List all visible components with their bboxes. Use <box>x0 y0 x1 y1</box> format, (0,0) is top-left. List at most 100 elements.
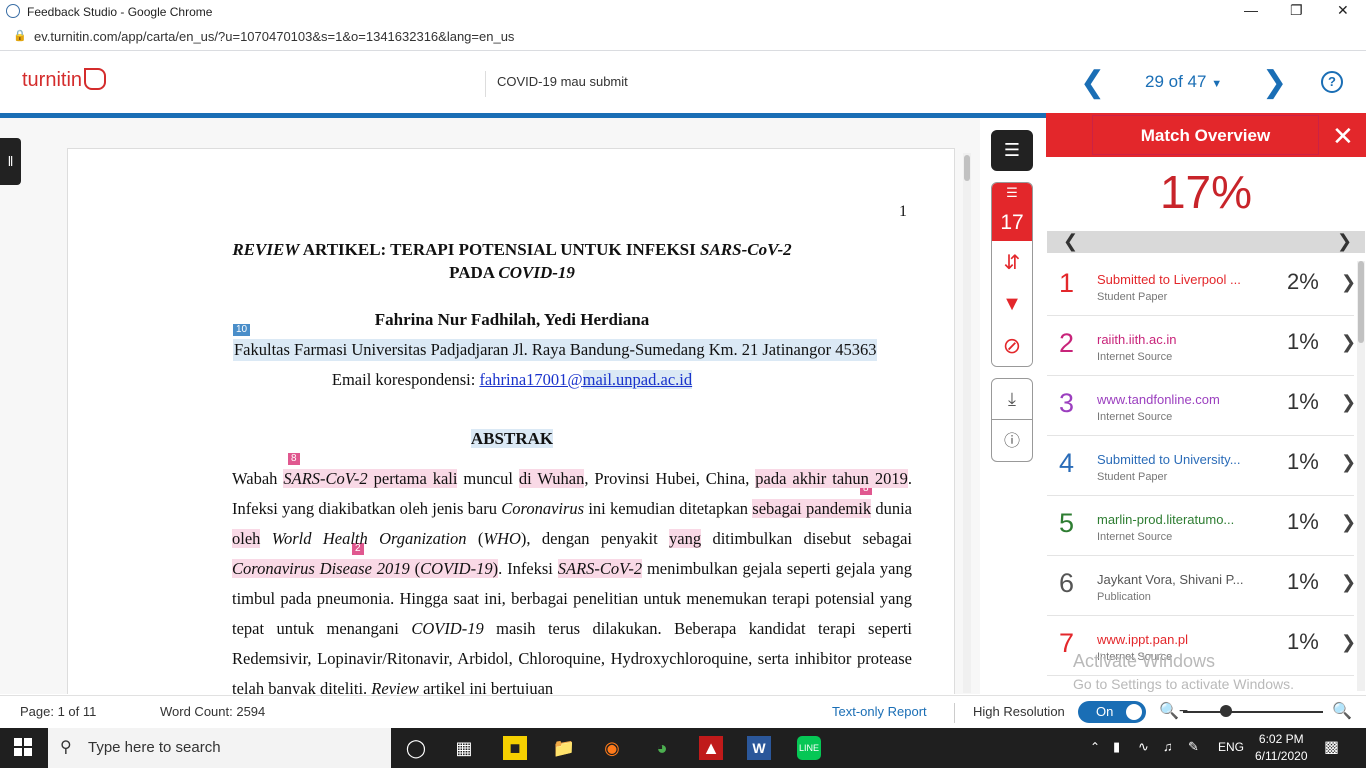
match-percent: 1% <box>1287 329 1319 354</box>
title-rest: ARTIKEL: TERAPI POTENSIAL UNTUK INFEKSI <box>299 240 700 259</box>
chevron-right-icon[interactable]: ❯ <box>1337 231 1352 252</box>
acrobat-icon[interactable]: ▲ <box>699 736 723 760</box>
info-icon[interactable]: ⓘ <box>992 421 1032 461</box>
match-percent: 1% <box>1287 449 1319 474</box>
clock-date: 6/11/2020 <box>1255 749 1308 763</box>
search-icon: ⚲ <box>60 739 72 756</box>
restore-icon[interactable]: ❐ <box>1290 2 1303 19</box>
match-number: 2 <box>1059 328 1075 358</box>
match-row[interactable]: 6 Jaykant Vora, Shivani P... Publication 1%… <box>1047 556 1356 616</box>
sort-icon[interactable]: ⇵ <box>992 243 1032 283</box>
match-percent: 1% <box>1287 569 1319 594</box>
chevron-right-icon[interactable]: ❯ <box>1341 332 1356 353</box>
zoom-slider-handle[interactable] <box>1220 705 1232 717</box>
download-icon[interactable]: ⤓ <box>992 379 1032 420</box>
minimize-icon[interactable]: — <box>1244 2 1258 18</box>
paper-selector[interactable]: 29 of 47 ▼ <box>1145 72 1222 92</box>
match-row[interactable]: 2 raiith.iith.ac.in Internet Source 1% ❯ <box>1047 316 1356 376</box>
turnitin-logo[interactable]: turnitin <box>22 68 107 92</box>
cortana-icon[interactable]: ◯ <box>404 736 428 760</box>
firefox-icon[interactable]: ◉ <box>600 736 624 760</box>
match-overview-panel: Match Overview ✕ 17% ❮ ❯ 1 Submitted to L… <box>1046 113 1366 695</box>
paper-authors: Fahrina Nur Fadhilah, Yedi Herdiana <box>374 310 650 329</box>
task-view-icon[interactable]: ▦ <box>452 736 476 760</box>
document-scrollbar[interactable] <box>963 153 971 693</box>
match-type: Student Paper <box>1097 291 1168 303</box>
wifi-icon[interactable]: ∿ <box>1138 739 1149 755</box>
match-percent: 1% <box>1287 509 1319 534</box>
document-page: 1 REVIEW ARTIKEL: TERAPI POTENSIAL UNTUK… <box>67 148 955 694</box>
match-badge[interactable]: 10 <box>233 324 251 336</box>
match-list-scrollbar[interactable] <box>1357 261 1365 691</box>
volume-icon[interactable]: ♫ <box>1163 739 1173 754</box>
pen-icon[interactable]: ✎ <box>1188 739 1199 755</box>
turnitin-header: turnitin COVID-19 mau submit ❮ 29 of 47 … <box>0 51 1366 113</box>
paper-title-line-1: REVIEW ARTIKEL: TERAPI POTENSIAL UNTUK I… <box>68 240 954 260</box>
title-tail: SARS-CoV-2 <box>700 240 792 259</box>
match-source: Submitted to Liverpool ... <box>1097 272 1241 287</box>
match-number: 4 <box>1059 448 1075 478</box>
match-type: Publication <box>1097 591 1151 603</box>
email-user: fahrina17001@ <box>479 370 583 389</box>
zoom-slider[interactable] <box>1183 711 1323 713</box>
scrollbar-thumb[interactable] <box>964 155 970 181</box>
match-number: 6 <box>1059 568 1075 598</box>
match-pager: ❮ ❯ <box>1047 231 1365 253</box>
file-explorer-icon[interactable]: 📁 <box>552 736 576 760</box>
exclude-icon[interactable]: ⊘ <box>992 325 1032 366</box>
chevron-right-icon[interactable]: ❯ <box>1341 572 1356 593</box>
overall-similarity-percent: 17% <box>1159 166 1253 218</box>
taskbar-search-box[interactable]: ⚲ Type here to search <box>48 728 391 768</box>
match-type: Internet Source <box>1097 531 1173 543</box>
input-language[interactable]: ENG <box>1218 740 1244 754</box>
address-bar[interactable]: 🔒 ev.turnitin.com/app/carta/en_us/?u=107… <box>0 23 1366 51</box>
match-row[interactable]: 1 Submitted to Liverpool ... Student Paper… <box>1047 256 1356 316</box>
chevron-right-icon[interactable]: ❯ <box>1341 452 1356 473</box>
abstract-heading: ABSTRAK <box>68 429 954 449</box>
word-icon[interactable]: W <box>747 736 771 760</box>
notification-icon[interactable]: ▩ <box>1324 737 1339 757</box>
match-row[interactable]: 5 marlin-prod.literatumo... Internet Sourc… <box>1047 496 1356 556</box>
scrollbar-thumb[interactable] <box>1358 261 1364 343</box>
text-only-report-link[interactable]: Text-only Report <box>832 704 927 719</box>
status-divider <box>954 703 955 723</box>
side-drawer-toggle[interactable]: ‖ <box>0 138 21 185</box>
page-number: 1 <box>899 203 907 220</box>
line-app-icon[interactable]: LINE <box>797 736 821 760</box>
system-clock[interactable]: 6:02 PM 6/11/2020 <box>1255 731 1308 765</box>
match-row[interactable]: 4 Submitted to University... Student Paper… <box>1047 436 1356 496</box>
similarity-score-button[interactable]: ☰ 17 <box>992 183 1032 241</box>
close-panel-icon[interactable]: ✕ <box>1332 121 1354 152</box>
sticky-notes-icon[interactable]: ■ <box>503 736 527 760</box>
close-window-icon[interactable]: ✕ <box>1337 2 1349 19</box>
chevron-right-icon[interactable]: ❯ <box>1341 512 1356 533</box>
chevron-right-icon[interactable]: ❯ <box>1341 392 1356 413</box>
previous-paper-icon[interactable]: ❮ <box>1080 65 1105 100</box>
battery-icon[interactable]: ▮ <box>1113 739 1120 755</box>
zoom-in-icon[interactable]: 🔍 <box>1332 701 1352 721</box>
chevron-left-icon[interactable]: ❮ <box>1063 231 1078 252</box>
filter-icon[interactable]: ▼ <box>992 284 1032 324</box>
activation-watermark-title: Activate Windows <box>1073 651 1216 671</box>
high-resolution-toggle[interactable]: On <box>1078 701 1146 723</box>
match-row[interactable]: 3 www.tandfonline.com Internet Source 1% ❯ <box>1047 376 1356 436</box>
chrome-taskbar-icon[interactable]: ◕ <box>650 736 674 760</box>
match-source: marlin-prod.literatumo... <box>1097 512 1235 527</box>
paper-affiliation[interactable]: Fakultas Farmasi Universitas Padjadjaran… <box>233 339 878 361</box>
toggle-knob <box>1126 704 1142 720</box>
match-overview-header: Match Overview ✕ <box>1046 113 1366 157</box>
windows-start-icon[interactable] <box>14 738 32 756</box>
status-bar: Page: 1 of 11 Word Count: 2594 Text-only… <box>0 695 1366 728</box>
activation-watermark-subtitle: Go to Settings to activate Windows. <box>1073 676 1294 692</box>
next-paper-icon[interactable]: ❯ <box>1262 65 1287 100</box>
url-text[interactable]: ev.turnitin.com/app/carta/en_us/?u=10704… <box>34 29 514 44</box>
layers-icon[interactable]: ☰ <box>991 130 1033 171</box>
match-percent: 2% <box>1287 269 1319 294</box>
paper-email: Email korespondensi: fahrina17001@mail.u… <box>68 370 954 390</box>
help-icon[interactable]: ? <box>1321 71 1343 93</box>
email-link[interactable]: fahrina17001@mail.unpad.ac.id <box>479 370 693 389</box>
chevron-right-icon[interactable]: ❯ <box>1341 632 1356 653</box>
tray-chevron-icon[interactable]: ⌃ <box>1090 740 1100 754</box>
chevron-right-icon[interactable]: ❯ <box>1341 272 1356 293</box>
match-source: www.tandfonline.com <box>1097 392 1220 407</box>
